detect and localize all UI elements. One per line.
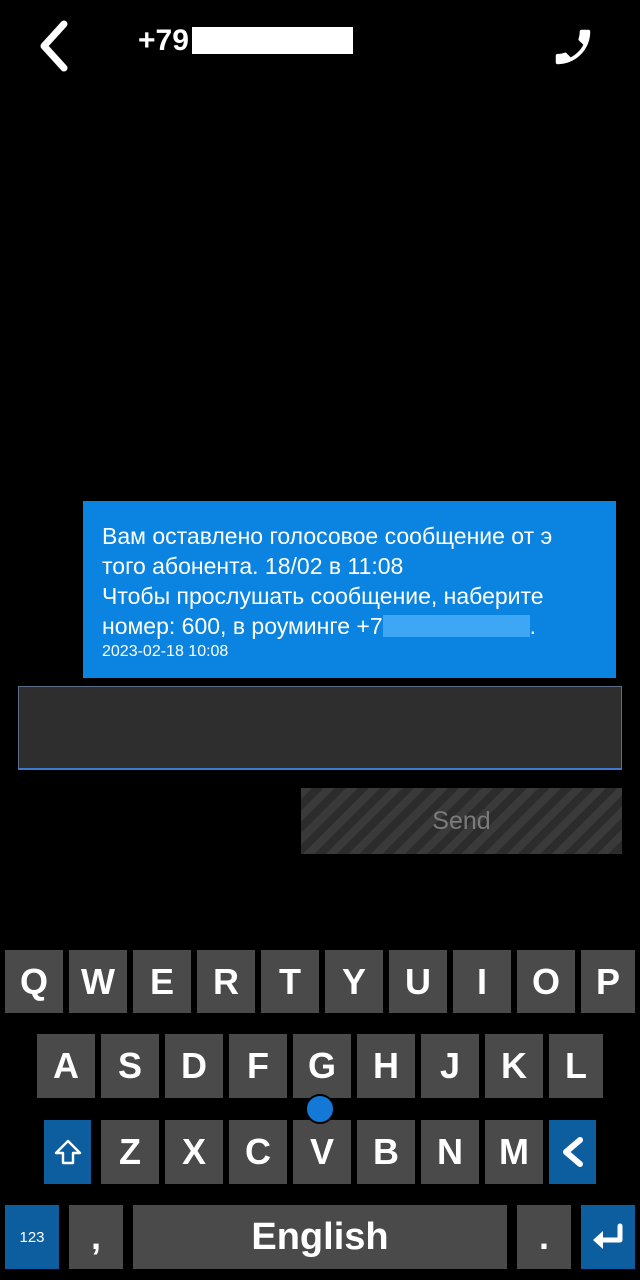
key-r[interactable]: R: [197, 950, 255, 1013]
message-text: Вам оставлено голосовое сообщение от э т…: [102, 521, 602, 641]
key-t[interactable]: T: [261, 950, 319, 1013]
period-key[interactable]: .: [517, 1205, 571, 1269]
message-line: номер: 600, в роуминге +7: [102, 613, 383, 639]
key-o[interactable]: O: [517, 950, 575, 1013]
cursor-handle[interactable]: [305, 1094, 335, 1124]
key-s[interactable]: S: [101, 1034, 159, 1098]
message-bubble: Вам оставлено голосовое сообщение от э т…: [83, 501, 616, 678]
back-button[interactable]: [30, 18, 80, 74]
key-v[interactable]: V: [293, 1120, 351, 1184]
key-l[interactable]: L: [549, 1034, 603, 1098]
phone-icon: [555, 29, 591, 65]
key-w[interactable]: W: [69, 950, 127, 1013]
key-d[interactable]: D: [165, 1034, 223, 1098]
key-n[interactable]: N: [421, 1120, 479, 1184]
enter-return-icon: [593, 1223, 623, 1249]
key-b[interactable]: B: [357, 1120, 415, 1184]
key-a[interactable]: A: [37, 1034, 95, 1098]
message-line: того абонента. 18/02 в 11:08: [102, 553, 404, 579]
message-line: Чтобы прослушать сообщение, наберите: [102, 583, 544, 609]
key-f[interactable]: F: [229, 1034, 287, 1098]
numbers-key[interactable]: 123: [5, 1205, 59, 1269]
backspace-chevron-icon: [562, 1137, 583, 1167]
key-k[interactable]: K: [485, 1034, 543, 1098]
call-button[interactable]: [548, 24, 598, 70]
key-i[interactable]: I: [453, 950, 511, 1013]
enter-key[interactable]: [581, 1205, 635, 1269]
message-line: Вам оставлено голосовое сообщение от э: [102, 523, 553, 549]
redacted-number-block: [382, 615, 530, 637]
key-j[interactable]: J: [421, 1034, 479, 1098]
key-p[interactable]: P: [581, 950, 635, 1013]
key-h[interactable]: H: [357, 1034, 415, 1098]
key-z[interactable]: Z: [101, 1120, 159, 1184]
key-y[interactable]: Y: [325, 950, 383, 1013]
space-key[interactable]: English: [133, 1205, 507, 1269]
shift-arrow-icon: [54, 1139, 81, 1165]
key-q[interactable]: Q: [5, 950, 63, 1013]
contact-number: +79: [138, 24, 189, 57]
key-x[interactable]: X: [165, 1120, 223, 1184]
comma-key[interactable]: ,: [69, 1205, 123, 1269]
key-c[interactable]: C: [229, 1120, 287, 1184]
send-button[interactable]: Send: [301, 788, 622, 854]
key-m[interactable]: M: [485, 1120, 543, 1184]
key-u[interactable]: U: [389, 950, 447, 1013]
shift-key[interactable]: [44, 1120, 91, 1184]
backspace-key[interactable]: [549, 1120, 596, 1184]
message-timestamp: 2023-02-18 10:08: [102, 643, 229, 660]
redacted-number-block: [192, 27, 353, 54]
message-line-end: .: [529, 613, 537, 639]
chevron-left-icon: [40, 20, 68, 72]
key-e[interactable]: E: [133, 950, 191, 1013]
message-input[interactable]: [18, 686, 622, 770]
key-g[interactable]: G: [293, 1034, 351, 1098]
